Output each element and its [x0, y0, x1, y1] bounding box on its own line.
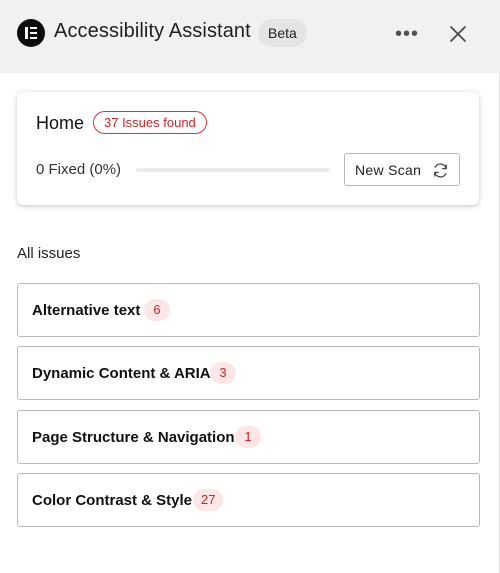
issue-category-label: Color Contrast & Style	[32, 492, 193, 509]
all-issues-heading: All issues	[17, 245, 81, 262]
fixed-status: 0 Fixed (0%)	[36, 161, 122, 178]
panel-title: Accessibility Assistant	[54, 20, 251, 42]
new-scan-label: New Scan	[355, 162, 422, 178]
refresh-icon	[432, 162, 449, 179]
ellipsis-icon[interactable]: •••	[393, 24, 421, 44]
page-title: Home	[36, 113, 85, 133]
issue-category-alternative-text[interactable]: Alternative text 6	[17, 283, 480, 337]
close-icon[interactable]	[446, 22, 470, 46]
elementor-logo-icon	[17, 19, 45, 47]
issue-count-badge: 3	[210, 362, 236, 384]
fixed-progress-bar	[136, 168, 330, 172]
accessibility-panel: Accessibility Assistant Beta ••• Home 37…	[0, 0, 500, 573]
new-scan-button[interactable]: New Scan	[344, 153, 460, 186]
issue-count-badge: 6	[144, 299, 170, 321]
issues-found-badge: 37 Issues found	[93, 111, 207, 134]
issue-category-page-structure-navigation[interactable]: Page Structure & Navigation 1	[17, 410, 480, 464]
panel-header: Accessibility Assistant Beta •••	[0, 0, 500, 73]
issue-count-badge: 1	[235, 426, 261, 448]
beta-badge: Beta	[258, 19, 307, 47]
issue-category-label: Dynamic Content & ARIA	[32, 365, 211, 382]
issue-category-label: Page Structure & Navigation	[32, 429, 235, 446]
issue-count-badge: 27	[193, 489, 224, 511]
issue-category-dynamic-content-aria[interactable]: Dynamic Content & ARIA 3	[17, 346, 480, 400]
issue-category-color-contrast-style[interactable]: Color Contrast & Style 27	[17, 473, 480, 527]
issue-category-label: Alternative text	[32, 302, 141, 319]
scan-summary-card: Home 37 Issues found 0 Fixed (0%) New Sc…	[17, 92, 479, 205]
